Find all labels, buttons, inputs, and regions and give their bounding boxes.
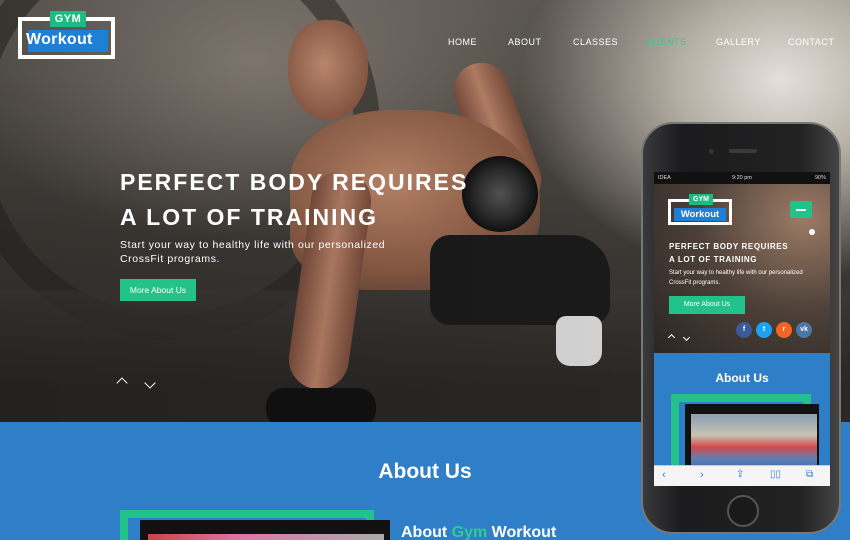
carrier-label: IDEA: [658, 175, 671, 181]
phone-mockup: IDEA 9:20 pm 90% GYM Workout PERFECT BOD…: [641, 122, 841, 534]
chevron-up-icon[interactable]: [116, 374, 132, 389]
phone-camera-icon: [709, 149, 714, 154]
social-links: f t r vk: [732, 322, 812, 338]
nav-about[interactable]: ABOUT: [508, 37, 542, 47]
more-about-us-button[interactable]: More About Us: [120, 279, 196, 301]
rss-icon[interactable]: r: [776, 322, 792, 338]
chevron-down-icon[interactable]: [683, 333, 691, 342]
nav-gallery[interactable]: GALLERY: [716, 37, 761, 47]
about-image-frame: [120, 510, 390, 540]
about-image: [148, 534, 384, 540]
slider-dot[interactable]: [809, 229, 815, 235]
twitter-icon[interactable]: t: [756, 322, 772, 338]
vk-icon[interactable]: vk: [796, 322, 812, 338]
browser-toolbar: ‹ › ⇪ ▯▯ ⧉: [654, 465, 830, 486]
nav-clients[interactable]: CLIENTS: [645, 37, 687, 47]
nav-classes[interactable]: CLASSES: [573, 37, 618, 47]
mobile-hero: GYM Workout PERFECT BODY REQUIRES A LOT …: [654, 184, 830, 353]
phone-status-bar: IDEA 9:20 pm 90%: [654, 172, 830, 184]
phone-home-button[interactable]: [727, 495, 759, 527]
phone-speaker: [729, 149, 757, 153]
chevron-down-icon[interactable]: [144, 374, 160, 389]
mobile-about-image-frame: [671, 394, 819, 474]
mobile-more-about-us-button[interactable]: More About Us: [669, 296, 745, 314]
site-logo[interactable]: GYM Workout: [18, 11, 115, 59]
bookmarks-icon[interactable]: ▯▯: [770, 469, 781, 480]
mobile-about-title: About Us: [715, 371, 769, 385]
hero-subtitle: Start your way to healthy life with our …: [120, 239, 386, 265]
mobile-slider-arrows: [667, 327, 695, 345]
share-icon[interactable]: ⇪: [736, 469, 744, 480]
nav-contact[interactable]: CONTACT: [788, 37, 834, 47]
mobile-about-section: About Us: [654, 353, 830, 474]
nav-home[interactable]: HOME: [448, 37, 477, 47]
status-time: 9:20 pm: [732, 175, 752, 181]
about-subtitle: About Gym Workout: [401, 524, 557, 540]
slider-arrows: [116, 374, 170, 390]
hero-headline: PERFECT BODY REQUIRES A LOT OF TRAINING: [120, 169, 469, 230]
facebook-icon[interactable]: f: [736, 322, 752, 338]
tabs-icon[interactable]: ⧉: [806, 469, 813, 480]
mobile-headline: PERFECT BODY REQUIRES A LOT OF TRAINING: [669, 242, 789, 264]
forward-icon[interactable]: ›: [700, 469, 704, 481]
logo-gym-label: GYM: [50, 11, 86, 27]
logo-workout-label: Workout: [26, 31, 93, 48]
mobile-subtitle: Start your way to healthy life with our …: [669, 270, 803, 286]
battery-label: 90%: [814, 175, 826, 181]
hamburger-menu-icon[interactable]: [790, 201, 812, 218]
mobile-logo[interactable]: GYM Workout: [668, 194, 732, 225]
phone-screen: IDEA 9:20 pm 90% GYM Workout PERFECT BOD…: [654, 172, 830, 486]
chevron-up-icon[interactable]: [667, 333, 676, 342]
back-icon[interactable]: ‹: [662, 469, 666, 481]
